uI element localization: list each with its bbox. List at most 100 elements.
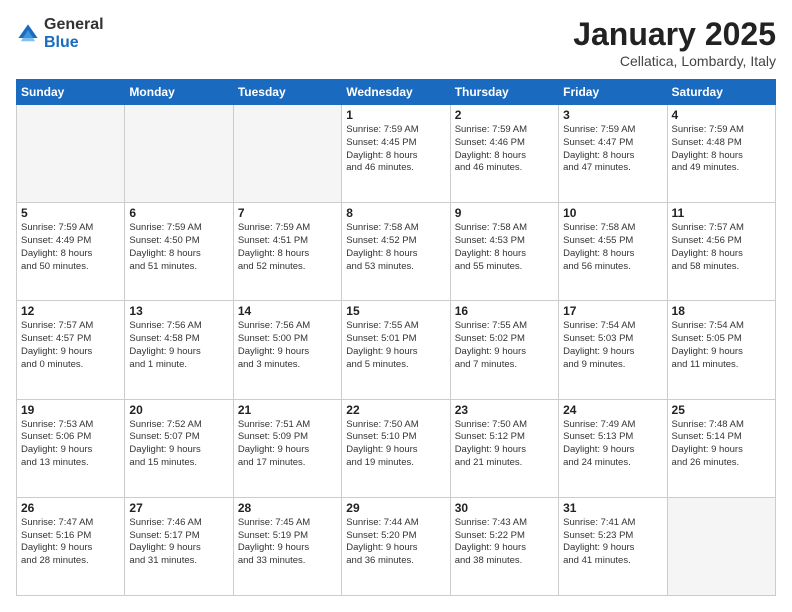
day-info: Sunrise: 7:59 AM Sunset: 4:48 PM Dayligh… — [672, 124, 771, 175]
day-info: Sunrise: 7:57 AM Sunset: 4:57 PM Dayligh… — [21, 320, 120, 371]
day-number: 2 — [455, 108, 554, 122]
day-info: Sunrise: 7:45 AM Sunset: 5:19 PM Dayligh… — [238, 517, 337, 568]
day-info: Sunrise: 7:59 AM Sunset: 4:51 PM Dayligh… — [238, 222, 337, 273]
table-row: 25 Sunrise: 7:48 AM Sunset: 5:14 PM Dayli… — [667, 399, 775, 497]
logo-icon — [16, 22, 40, 46]
logo-blue: Blue — [44, 34, 104, 52]
table-row: 15 Sunrise: 7:55 AM Sunset: 5:01 PM Dayli… — [342, 301, 450, 399]
day-info: Sunrise: 7:49 AM Sunset: 5:13 PM Dayligh… — [563, 419, 662, 470]
day-number: 6 — [129, 206, 228, 220]
table-row: 27Sunrise: 7:46 AM Sunset: 5:17 PM Dayli… — [125, 497, 233, 595]
table-row: 11Sunrise: 7:57 AM Sunset: 4:56 PM Dayli… — [667, 203, 775, 301]
day-info: Sunrise: 7:54 AM Sunset: 5:05 PM Dayligh… — [672, 320, 771, 371]
day-number: 13 — [129, 304, 228, 318]
day-number: 30 — [455, 501, 554, 515]
table-row: 7 Sunrise: 7:59 AM Sunset: 4:51 PM Daylig… — [233, 203, 341, 301]
day-number: 22 — [346, 403, 445, 417]
day-info: Sunrise: 7:55 AM Sunset: 5:02 PM Dayligh… — [455, 320, 554, 371]
table-row: 24 Sunrise: 7:49 AM Sunset: 5:13 PM Dayli… — [559, 399, 667, 497]
header-tuesday: Tuesday — [233, 80, 341, 105]
day-number: 20 — [129, 403, 228, 417]
day-info: Sunrise: 7:52 AM Sunset: 5:07 PM Dayligh… — [129, 419, 228, 470]
table-row: 30Sunrise: 7:43 AM Sunset: 5:22 PM Dayli… — [450, 497, 558, 595]
table-row — [125, 105, 233, 203]
header-saturday: Saturday — [667, 80, 775, 105]
table-row: 1 Sunrise: 7:59 AM Sunset: 4:45 PM Daylig… — [342, 105, 450, 203]
day-number: 15 — [346, 304, 445, 318]
page: General Blue January 2025 Cellatica, Lom… — [0, 0, 792, 612]
day-number: 10 — [563, 206, 662, 220]
header-thursday: Thursday — [450, 80, 558, 105]
table-row: 22Sunrise: 7:50 AM Sunset: 5:10 PM Dayli… — [342, 399, 450, 497]
table-row: 17 Sunrise: 7:54 AM Sunset: 5:03 PM Dayli… — [559, 301, 667, 399]
day-number: 29 — [346, 501, 445, 515]
day-number: 14 — [238, 304, 337, 318]
day-info: Sunrise: 7:51 AM Sunset: 5:09 PM Dayligh… — [238, 419, 337, 470]
day-info: Sunrise: 7:44 AM Sunset: 5:20 PM Dayligh… — [346, 517, 445, 568]
day-info: Sunrise: 7:47 AM Sunset: 5:16 PM Dayligh… — [21, 517, 120, 568]
day-info: Sunrise: 7:55 AM Sunset: 5:01 PM Dayligh… — [346, 320, 445, 371]
logo: General Blue — [16, 16, 104, 51]
table-row: 4 Sunrise: 7:59 AM Sunset: 4:48 PM Daylig… — [667, 105, 775, 203]
table-row: 16 Sunrise: 7:55 AM Sunset: 5:02 PM Dayli… — [450, 301, 558, 399]
day-info: Sunrise: 7:48 AM Sunset: 5:14 PM Dayligh… — [672, 419, 771, 470]
title-block: January 2025 Cellatica, Lombardy, Italy — [573, 16, 776, 69]
table-row: 6Sunrise: 7:59 AM Sunset: 4:50 PM Daylig… — [125, 203, 233, 301]
day-number: 23 — [455, 403, 554, 417]
table-row — [17, 105, 125, 203]
header-friday: Friday — [559, 80, 667, 105]
day-number: 26 — [21, 501, 120, 515]
table-row: 31Sunrise: 7:41 AM Sunset: 5:23 PM Dayli… — [559, 497, 667, 595]
table-row: 19 Sunrise: 7:53 AM Sunset: 5:06 PM Dayli… — [17, 399, 125, 497]
calendar-title: January 2025 — [573, 16, 776, 53]
day-number: 5 — [21, 206, 120, 220]
day-number: 7 — [238, 206, 337, 220]
day-number: 4 — [672, 108, 771, 122]
day-info: Sunrise: 7:58 AM Sunset: 4:53 PM Dayligh… — [455, 222, 554, 273]
header-wednesday: Wednesday — [342, 80, 450, 105]
table-row: 3 Sunrise: 7:59 AM Sunset: 4:47 PM Daylig… — [559, 105, 667, 203]
table-row: 23 Sunrise: 7:50 AM Sunset: 5:12 PM Dayli… — [450, 399, 558, 497]
table-row: 21Sunrise: 7:51 AM Sunset: 5:09 PM Dayli… — [233, 399, 341, 497]
day-number: 9 — [455, 206, 554, 220]
day-number: 17 — [563, 304, 662, 318]
table-row: 14 Sunrise: 7:56 AM Sunset: 5:00 PM Dayli… — [233, 301, 341, 399]
table-row: 5 Sunrise: 7:59 AM Sunset: 4:49 PM Daylig… — [17, 203, 125, 301]
day-info: Sunrise: 7:56 AM Sunset: 4:58 PM Dayligh… — [129, 320, 228, 371]
header-monday: Monday — [125, 80, 233, 105]
day-info: Sunrise: 7:41 AM Sunset: 5:23 PM Dayligh… — [563, 517, 662, 568]
day-number: 3 — [563, 108, 662, 122]
day-number: 18 — [672, 304, 771, 318]
day-info: Sunrise: 7:58 AM Sunset: 4:55 PM Dayligh… — [563, 222, 662, 273]
table-row: 29 Sunrise: 7:44 AM Sunset: 5:20 PM Dayli… — [342, 497, 450, 595]
day-info: Sunrise: 7:59 AM Sunset: 4:49 PM Dayligh… — [21, 222, 120, 273]
table-row: 28 Sunrise: 7:45 AM Sunset: 5:19 PM Dayli… — [233, 497, 341, 595]
day-info: Sunrise: 7:57 AM Sunset: 4:56 PM Dayligh… — [672, 222, 771, 273]
day-number: 19 — [21, 403, 120, 417]
calendar-week-4: 19 Sunrise: 7:53 AM Sunset: 5:06 PM Dayli… — [17, 399, 776, 497]
calendar-week-1: 1 Sunrise: 7:59 AM Sunset: 4:45 PM Daylig… — [17, 105, 776, 203]
table-row: 10 Sunrise: 7:58 AM Sunset: 4:55 PM Dayli… — [559, 203, 667, 301]
day-number: 12 — [21, 304, 120, 318]
day-number: 24 — [563, 403, 662, 417]
day-info: Sunrise: 7:59 AM Sunset: 4:47 PM Dayligh… — [563, 124, 662, 175]
table-row: 2Sunrise: 7:59 AM Sunset: 4:46 PM Daylig… — [450, 105, 558, 203]
table-row: 13 Sunrise: 7:56 AM Sunset: 4:58 PM Dayli… — [125, 301, 233, 399]
calendar-header-row: Sunday Monday Tuesday Wednesday Thursday… — [17, 80, 776, 105]
day-number: 25 — [672, 403, 771, 417]
day-number: 1 — [346, 108, 445, 122]
day-info: Sunrise: 7:50 AM Sunset: 5:12 PM Dayligh… — [455, 419, 554, 470]
day-info: Sunrise: 7:59 AM Sunset: 4:45 PM Dayligh… — [346, 124, 445, 175]
table-row: 9 Sunrise: 7:58 AM Sunset: 4:53 PM Daylig… — [450, 203, 558, 301]
table-row: 26 Sunrise: 7:47 AM Sunset: 5:16 PM Dayli… — [17, 497, 125, 595]
day-number: 16 — [455, 304, 554, 318]
calendar-table: Sunday Monday Tuesday Wednesday Thursday… — [16, 79, 776, 596]
day-number: 28 — [238, 501, 337, 515]
day-info: Sunrise: 7:53 AM Sunset: 5:06 PM Dayligh… — [21, 419, 120, 470]
calendar-subtitle: Cellatica, Lombardy, Italy — [573, 53, 776, 69]
header: General Blue January 2025 Cellatica, Lom… — [16, 16, 776, 69]
calendar-week-3: 12 Sunrise: 7:57 AM Sunset: 4:57 PM Dayli… — [17, 301, 776, 399]
day-info: Sunrise: 7:46 AM Sunset: 5:17 PM Dayligh… — [129, 517, 228, 568]
day-info: Sunrise: 7:54 AM Sunset: 5:03 PM Dayligh… — [563, 320, 662, 371]
day-info: Sunrise: 7:56 AM Sunset: 5:00 PM Dayligh… — [238, 320, 337, 371]
